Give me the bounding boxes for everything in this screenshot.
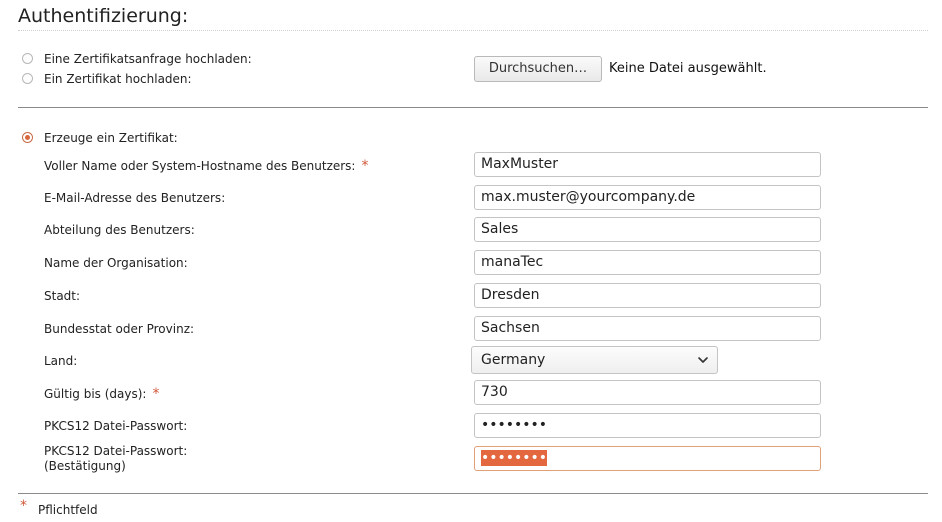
country-field-label: Land: [44, 354, 78, 368]
browse-button[interactable]: Durchsuchen… [474, 56, 602, 82]
valid-days-field-label: Gültig bis (days): * [44, 386, 159, 402]
chevron-down-icon [698, 357, 708, 363]
generate-certificate-label: Erzeuge ein Zertifikat: [44, 131, 178, 145]
radio-upload-certificate[interactable] [22, 73, 33, 84]
radio-generate-certificate[interactable] [22, 132, 33, 143]
pkcs-confirm-label: PKCS12 Datei-Passwort: [44, 444, 188, 458]
divider-top [18, 107, 928, 108]
section-title: Authentifizierung: [18, 5, 189, 27]
email-input[interactable]: max.muster@yourcompany.de [474, 185, 821, 210]
country-select-value: Germany [481, 352, 546, 368]
valid-days-label-text: Gültig bis (days): [44, 387, 147, 401]
radio-upload-request[interactable] [22, 53, 33, 64]
required-marker: * [361, 158, 369, 174]
city-field-label: Stadt: [44, 289, 81, 303]
name-input[interactable]: MaxMuster [474, 152, 821, 177]
pkcs-confirm-mask: •••••••• [481, 450, 548, 466]
pkcs-password-label: PKCS12 Datei-Passwort: [44, 419, 188, 433]
department-input[interactable]: Sales [474, 217, 821, 242]
pkcs-password-mask: •••••••• [481, 417, 548, 433]
required-legend-marker: * [20, 498, 27, 514]
organization-input[interactable]: manaTec [474, 250, 821, 275]
required-legend-text: Pflichtfeld [38, 503, 98, 517]
upload-request-label: Eine Zertifikatsanfrage hochladen: [44, 52, 252, 66]
email-field-label: E-Mail-Adresse des Benutzers: [44, 191, 226, 205]
pkcs-password-input[interactable]: •••••••• [474, 413, 821, 438]
state-input[interactable]: Sachsen [474, 316, 821, 341]
name-field-label: Voller Name oder System-Hostname des Ben… [44, 158, 368, 174]
organization-field-label: Name der Organisation: [44, 256, 188, 270]
state-field-label: Bundesstat oder Provinz: [44, 322, 195, 336]
city-input[interactable]: Dresden [474, 283, 821, 308]
country-select[interactable]: Germany [471, 346, 718, 374]
valid-days-input[interactable]: 730 [474, 380, 821, 405]
divider-bottom [18, 493, 928, 494]
pkcs-confirm-sublabel: (Bestätigung) [44, 459, 126, 473]
upload-certificate-label: Ein Zertifikat hochladen: [44, 72, 192, 86]
no-file-text: Keine Datei ausgewählt. [609, 61, 767, 76]
department-field-label: Abteilung des Benutzers: [44, 223, 195, 237]
pkcs-confirm-input[interactable]: •••••••• [474, 446, 821, 471]
required-marker: * [152, 386, 160, 402]
title-divider [18, 30, 928, 31]
name-label-text: Voller Name oder System-Hostname des Ben… [44, 159, 356, 173]
